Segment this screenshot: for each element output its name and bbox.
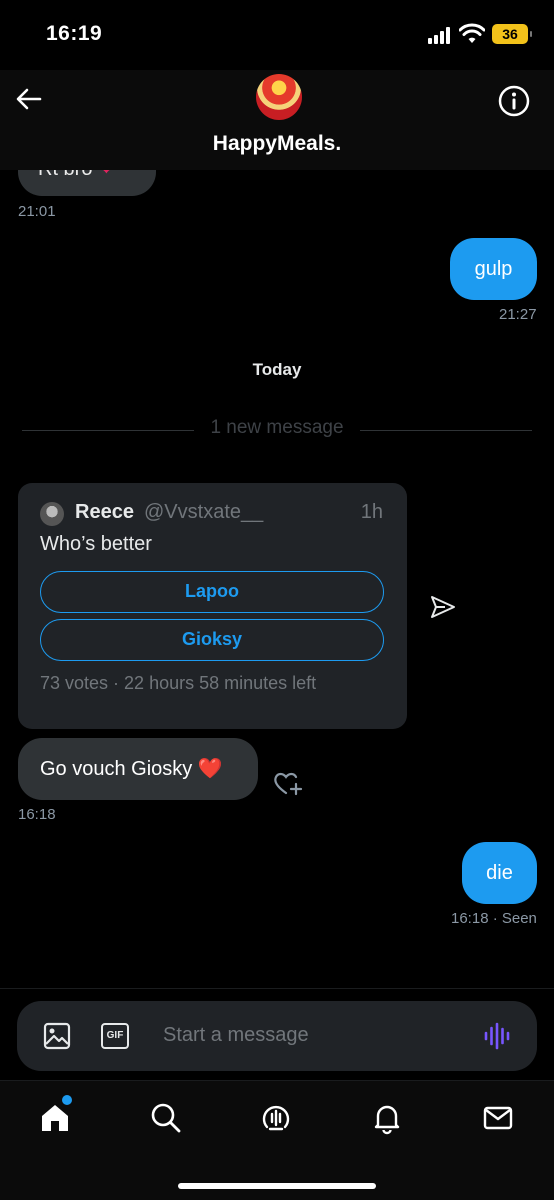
wifi-icon [459, 23, 485, 43]
notification-dot [62, 1095, 72, 1105]
status-time: 16:19 [46, 22, 103, 45]
info-icon[interactable] [497, 84, 531, 118]
avatar[interactable] [256, 74, 302, 120]
signal-icon [428, 26, 454, 44]
home-icon[interactable] [38, 1101, 72, 1135]
back-arrow-icon[interactable] [14, 84, 44, 114]
message-composer[interactable]: GIF Start a message [17, 1001, 537, 1071]
message-timestamp: 16:18 [18, 806, 56, 823]
poll-question: Who’s better [40, 533, 152, 555]
message-bubble-outgoing[interactable]: gulp [450, 238, 537, 300]
notifications-bell-icon[interactable] [370, 1101, 404, 1135]
new-message-label: 1 new message [210, 417, 344, 438]
message-bubble-incoming[interactable]: Go vouch Giosky ❤️ [18, 738, 258, 800]
voice-message-icon[interactable] [483, 1022, 511, 1050]
message-timestamp-seen: 16:18 · Seen [451, 910, 537, 927]
message-input[interactable]: Start a message [163, 1024, 309, 1047]
poll-option-gioksy[interactable]: Gioksy [40, 619, 384, 661]
poll-author-name: Reece [75, 501, 134, 523]
poll-option-lapoo[interactable]: Lapoo [40, 571, 384, 613]
gif-icon[interactable]: GIF [101, 1023, 129, 1049]
message-timestamp: 21:01 [18, 203, 56, 220]
poll-meta: 73 votes · 22 hours 58 minutes left [40, 673, 317, 693]
shared-poll-card[interactable]: Reece @Vvstxate__ 1h Who’s better Lapoo … [18, 483, 407, 729]
poll-author-handle: @Vvstxate__ [144, 501, 264, 523]
status-bar: 16:19 36 [0, 0, 554, 70]
search-icon[interactable] [149, 1101, 183, 1135]
date-separator: Today [252, 360, 302, 379]
image-icon[interactable] [43, 1022, 71, 1050]
battery-icon: 36 [492, 24, 532, 44]
add-reaction-icon[interactable] [272, 768, 304, 798]
messages-envelope-icon[interactable] [481, 1101, 515, 1135]
poll-age: 1h [360, 501, 383, 523]
message-bubble-outgoing[interactable]: die [462, 842, 537, 904]
conversation-header: HappyMeals. [0, 70, 554, 170]
poll-author-avatar [40, 502, 64, 526]
composer-bar: GIF Start a message [0, 988, 554, 1080]
bottom-tab-bar [0, 1080, 554, 1200]
home-indicator [178, 1183, 376, 1189]
message-timestamp: 21:27 [499, 306, 537, 323]
spaces-icon[interactable] [259, 1101, 293, 1135]
conversation-title[interactable]: HappyMeals. [0, 132, 554, 156]
share-icon[interactable] [429, 594, 457, 620]
